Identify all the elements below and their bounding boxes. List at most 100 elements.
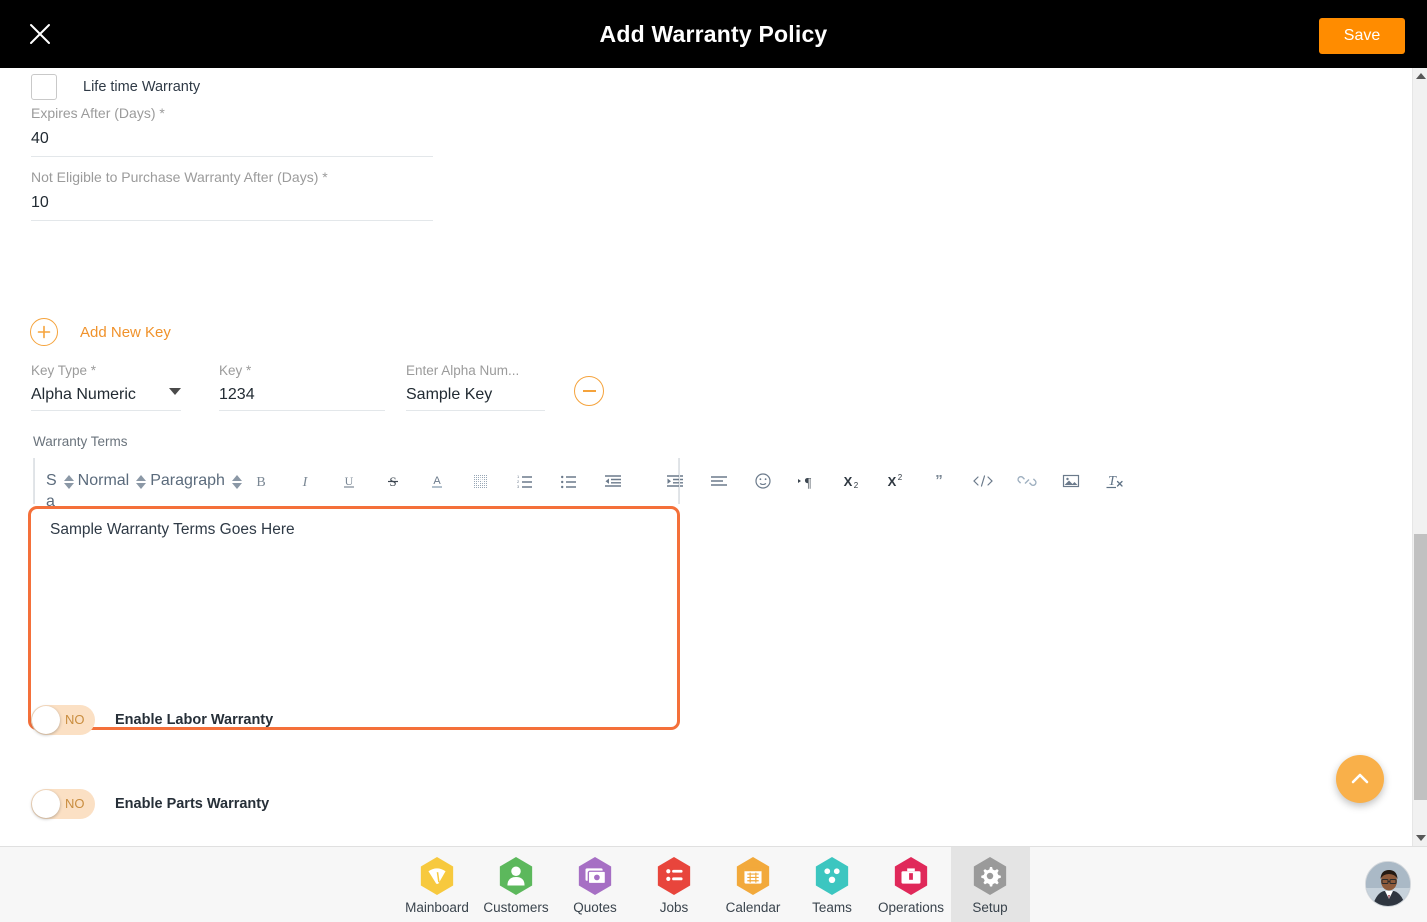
- toolbar-divider-left: [34, 458, 35, 504]
- font-size-value: Normal: [77, 472, 130, 489]
- nav-item-operations[interactable]: Operations: [872, 847, 951, 922]
- text-color-icon[interactable]: A: [422, 466, 452, 496]
- nav-item-teams[interactable]: Teams: [793, 847, 872, 922]
- warranty-terms-textarea[interactable]: Sample Warranty Terms Goes Here: [28, 506, 680, 730]
- svg-text:U: U: [345, 474, 354, 488]
- field-underline: [406, 410, 545, 411]
- vertical-scrollbar[interactable]: [1412, 68, 1427, 846]
- page-title: Add Warranty Policy: [599, 20, 828, 47]
- svg-text:B: B: [256, 475, 265, 489]
- plus-circle-icon: [30, 318, 58, 346]
- not-eligible-after-field[interactable]: Not Eligible to Purchase Warranty After …: [31, 168, 433, 221]
- font-family-picker[interactable]: Sans Serif: [46, 458, 74, 636]
- enable-labor-warranty-label: Enable Labor Warranty: [115, 712, 274, 728]
- nav-label: Calendar: [725, 899, 781, 915]
- indent-icon[interactable]: [660, 466, 690, 496]
- svg-text:A: A: [433, 475, 441, 487]
- strike-icon[interactable]: S: [378, 466, 408, 496]
- add-new-key-button[interactable]: Add New Key: [30, 318, 171, 346]
- nav-item-customers[interactable]: Customers: [477, 847, 556, 922]
- nav-label: Operations: [877, 899, 945, 915]
- svg-text:2: 2: [898, 473, 903, 482]
- lifetime-warranty-row: Life time Warranty: [31, 74, 200, 100]
- superscript-icon[interactable]: X 2: [880, 466, 910, 496]
- blockquote-icon[interactable]: ”: [924, 466, 954, 496]
- warranty-terms-label: Warranty Terms: [33, 434, 128, 449]
- key-input[interactable]: Key * 1234: [219, 362, 385, 411]
- enable-labor-warranty-toggle[interactable]: NO: [31, 705, 95, 735]
- key-label: Key *: [219, 363, 252, 378]
- enable-parts-warranty-toggle[interactable]: NO: [31, 789, 95, 819]
- ordered-list-icon[interactable]: 1 2 3: [510, 466, 540, 496]
- expires-after-label: Expires After (Days) *: [31, 105, 165, 121]
- key-value: 1234: [219, 386, 255, 403]
- nav-label: Mainboard: [405, 899, 469, 915]
- add-new-key-label: Add New Key: [80, 323, 171, 341]
- alpha-numeric-value: Sample Key: [406, 386, 493, 403]
- bold-icon[interactable]: B: [246, 466, 276, 496]
- nav-item-quotes[interactable]: Quotes: [556, 847, 635, 922]
- nav-label: Quotes: [573, 899, 617, 915]
- warranty-terms-editor: Sans Serif Normal Paragraph B I: [28, 458, 1123, 730]
- svg-text:X: X: [844, 474, 853, 489]
- link-icon[interactable]: [1012, 466, 1042, 496]
- nav-item-jobs[interactable]: Jobs: [635, 847, 714, 922]
- toggle-state: NO: [65, 712, 85, 727]
- scroll-down-arrow-icon[interactable]: [1413, 830, 1427, 846]
- clear-format-icon[interactable]: T: [1100, 466, 1130, 496]
- bottom-navigation: Mainboard Customers Quotes Jobs Calendar…: [0, 846, 1427, 922]
- nav-item-setup[interactable]: Setup: [950, 846, 1030, 922]
- teams-icon: [813, 855, 851, 897]
- subscript-icon[interactable]: X 2: [836, 466, 866, 496]
- bullet-list-icon[interactable]: [554, 466, 584, 496]
- toolbar-divider-right: [679, 458, 680, 504]
- block-format-picker[interactable]: Paragraph: [150, 458, 242, 502]
- app-window: Add Warranty Policy Save Life time Warra…: [0, 0, 1427, 922]
- save-button[interactable]: Save: [1319, 18, 1405, 54]
- customers-icon: [497, 855, 535, 897]
- scroll-to-top-button[interactable]: [1336, 755, 1384, 803]
- scrollbar-thumb[interactable]: [1414, 534, 1427, 800]
- toggle-knob: [32, 706, 60, 734]
- operations-icon: [892, 855, 930, 897]
- lifetime-warranty-checkbox[interactable]: [31, 74, 57, 100]
- warranty-terms-content: Sample Warranty Terms Goes Here: [50, 521, 295, 538]
- svg-text:”: ”: [935, 473, 943, 489]
- emoji-icon[interactable]: [748, 466, 778, 496]
- align-icon[interactable]: [704, 466, 734, 496]
- scroll-up-arrow-icon[interactable]: [1413, 68, 1427, 84]
- svg-text:X: X: [888, 474, 897, 489]
- key-type-value: Alpha Numeric: [31, 386, 136, 403]
- underline-icon[interactable]: U: [334, 466, 364, 496]
- key-type-select[interactable]: Key Type * Alpha Numeric: [31, 362, 181, 411]
- not-eligible-after-label: Not Eligible to Purchase Warranty After …: [31, 169, 328, 185]
- enable-labor-warranty-row: NO Enable Labor Warranty: [31, 705, 273, 735]
- image-icon[interactable]: [1056, 466, 1086, 496]
- mainboard-icon: [418, 855, 456, 897]
- minus-circle-icon[interactable]: [574, 376, 604, 406]
- enable-parts-warranty-row: NO Enable Parts Warranty: [31, 789, 269, 819]
- jobs-icon: [655, 855, 693, 897]
- chevron-down-icon: [169, 388, 181, 395]
- stepper-icon: [136, 475, 147, 489]
- key-type-label: Key Type *: [31, 363, 97, 378]
- editor-toolbar: Sans Serif Normal Paragraph B I: [33, 458, 1123, 636]
- font-size-picker[interactable]: Normal: [78, 458, 147, 502]
- text-direction-icon[interactable]: ¶: [792, 466, 822, 496]
- user-avatar[interactable]: [1365, 861, 1411, 907]
- field-underline: [219, 410, 385, 411]
- alpha-numeric-label: Enter Alpha Num...: [406, 363, 520, 378]
- stepper-icon: [63, 475, 74, 489]
- background-color-icon[interactable]: A: [466, 466, 496, 496]
- svg-text:2: 2: [854, 481, 859, 489]
- nav-item-calendar[interactable]: Calendar: [714, 847, 793, 922]
- toggle-state: NO: [65, 796, 85, 811]
- field-underline: [31, 156, 433, 157]
- expires-after-field[interactable]: Expires After (Days) * 40: [31, 104, 433, 157]
- nav-item-mainboard[interactable]: Mainboard: [398, 847, 477, 922]
- field-underline: [31, 410, 181, 411]
- code-block-icon[interactable]: [968, 466, 998, 496]
- outdent-icon[interactable]: [598, 466, 628, 496]
- alpha-numeric-input[interactable]: Enter Alpha Num... Sample Key: [406, 362, 545, 411]
- italic-icon[interactable]: I: [290, 466, 320, 496]
